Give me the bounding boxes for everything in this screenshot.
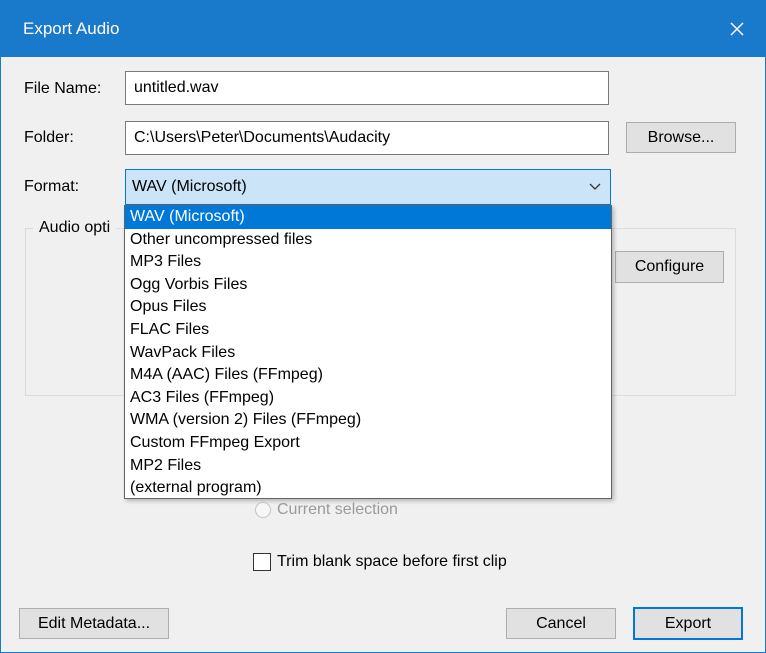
trim-checkbox-row[interactable]: Trim blank space before first clip xyxy=(253,553,507,571)
browse-button[interactable]: Browse... xyxy=(626,122,736,153)
format-option[interactable]: FLAC Files xyxy=(125,319,611,342)
format-dropdown-list: WAV (Microsoft) Other uncompressed files… xyxy=(124,205,612,499)
audio-options-label: Audio opti xyxy=(33,219,117,237)
file-name-input[interactable] xyxy=(125,71,609,105)
export-button[interactable]: Export xyxy=(633,607,743,640)
format-option[interactable]: Ogg Vorbis Files xyxy=(125,274,611,297)
window-title: Export Audio xyxy=(23,19,120,38)
current-selection-label: Current selection xyxy=(277,501,398,518)
export-audio-dialog: Export Audio File Name: Folder: Browse..… xyxy=(0,0,766,653)
format-label: Format: xyxy=(24,178,80,195)
configure-button[interactable]: Configure xyxy=(615,251,724,283)
format-option[interactable]: Custom FFmpeg Export xyxy=(125,432,611,455)
close-icon xyxy=(730,22,744,36)
title-bar: Export Audio xyxy=(1,1,765,57)
format-option[interactable]: MP2 Files xyxy=(125,455,611,478)
format-option[interactable]: MP3 Files xyxy=(125,251,611,274)
format-option[interactable]: WAV (Microsoft) xyxy=(125,206,611,229)
folder-input[interactable] xyxy=(125,121,609,155)
format-option[interactable]: M4A (AAC) Files (FFmpeg) xyxy=(125,364,611,387)
format-option[interactable]: Opus Files xyxy=(125,296,611,319)
current-selection-radio[interactable] xyxy=(255,502,271,518)
current-selection-radio-row[interactable]: Current selection xyxy=(255,501,398,519)
format-option[interactable]: (external program) xyxy=(125,477,611,500)
format-option[interactable]: WavPack Files xyxy=(125,342,611,365)
format-option[interactable]: WMA (version 2) Files (FFmpeg) xyxy=(125,409,611,432)
format-option[interactable]: Other uncompressed files xyxy=(125,229,611,252)
format-select[interactable]: WAV (Microsoft) xyxy=(125,169,611,205)
trim-checkbox[interactable] xyxy=(253,553,271,571)
format-selected-value: WAV (Microsoft) xyxy=(132,178,247,195)
close-button[interactable] xyxy=(709,1,765,57)
chevron-down-icon xyxy=(589,183,601,190)
file-name-label: File Name: xyxy=(24,80,102,97)
edit-metadata-button[interactable]: Edit Metadata... xyxy=(19,608,169,639)
cancel-button[interactable]: Cancel xyxy=(506,608,616,639)
trim-label: Trim blank space before first clip xyxy=(277,553,507,570)
folder-label: Folder: xyxy=(24,129,74,146)
format-option[interactable]: AC3 Files (FFmpeg) xyxy=(125,387,611,410)
